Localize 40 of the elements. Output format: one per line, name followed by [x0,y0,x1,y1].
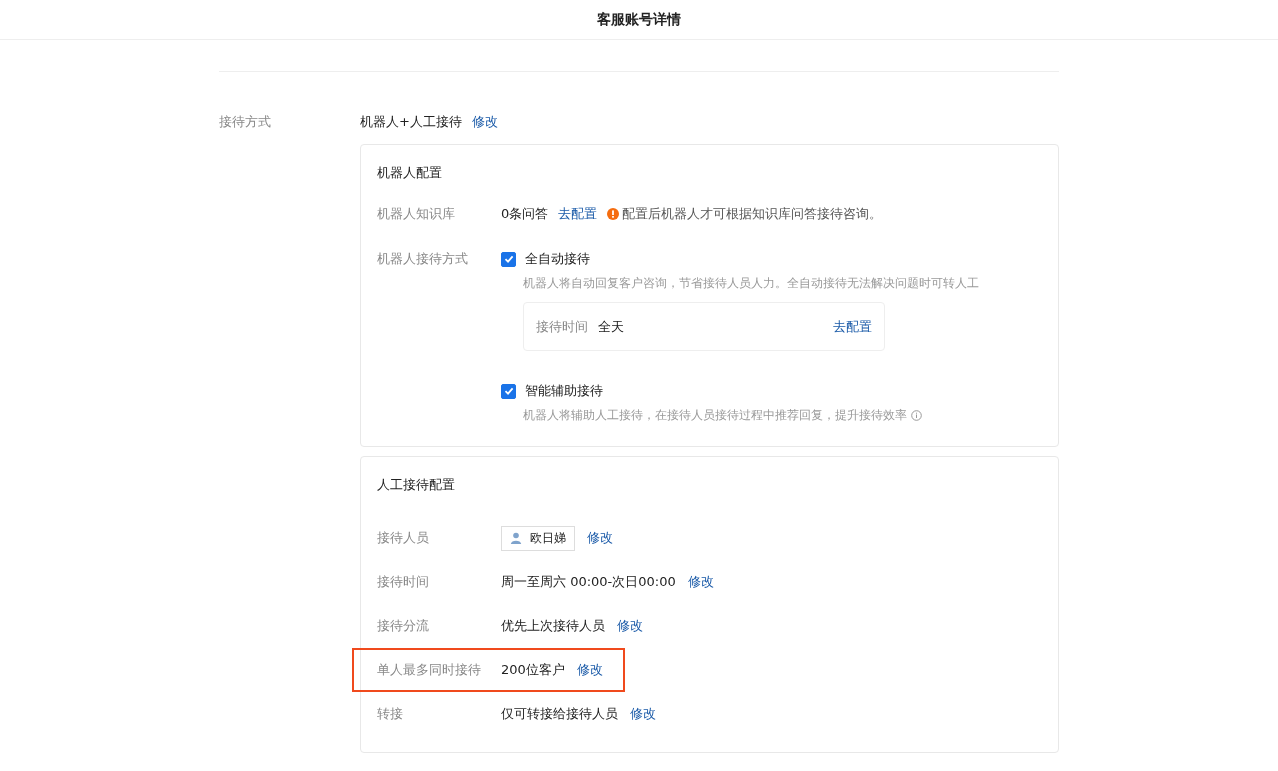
field-label: 接待人员 [377,529,430,547]
edit-link[interactable]: 修改 [471,113,498,131]
field-value: 周一至周六 00:00-次日00:00 [501,573,676,591]
checkmark-icon [503,386,514,396]
field-value: 优先上次接待人员 [501,617,605,635]
checkmark-icon [503,254,514,264]
checkbox-label: 全自动接待 [525,250,590,268]
field-value: 仅可转接给接待人员 [501,705,618,723]
field-value: 全天 [598,317,624,336]
card-title: 机器人配置 [377,164,443,182]
checkbox[interactable] [501,251,516,267]
field-value: 0条问答 [501,205,549,223]
field-label: 机器人知识库 [377,205,456,223]
configure-link[interactable]: 去配置 [833,317,872,336]
info-icon[interactable] [911,410,922,421]
field-value: 机器人+人工接待 [360,113,462,131]
edit-link[interactable]: 修改 [587,529,613,547]
option-description: 机器人将自动回复客户咨询，节省接待人员人力。全自动接待无法解决问题时可转人工 [523,275,979,292]
option-description: 机器人将辅助人工接待，在接待人员接待过程中推荐回复，提升接待效率 [523,407,907,424]
person-name: 欧日娣 [530,529,566,547]
configure-link[interactable]: 去配置 [558,205,598,223]
edit-link[interactable]: 修改 [630,705,656,723]
field-label: 接待分流 [377,617,430,635]
card-title: 人工接待配置 [377,476,456,494]
field-label: 接待时间 [536,317,588,336]
warning-text: 配置后机器人才可根据知识库问答接待咨询。 [622,205,883,223]
person-icon [510,532,522,544]
field-value: 200位客户 [501,661,565,679]
edit-link[interactable]: 修改 [687,573,714,591]
field-label: 机器人接待方式 [377,250,469,268]
checkbox-label: 智能辅助接待 [525,382,603,400]
warning-icon [607,208,620,220]
field-label: 单人最多同时接待 [377,661,482,679]
field-label: 接待时间 [377,573,430,591]
page-title: 客服账号详情 [597,10,681,29]
edit-link[interactable]: 修改 [576,661,603,679]
edit-link[interactable]: 修改 [617,617,643,635]
field-label: 接待方式 [219,113,272,131]
field-label: 转接 [377,705,404,723]
checkbox[interactable] [501,383,516,399]
